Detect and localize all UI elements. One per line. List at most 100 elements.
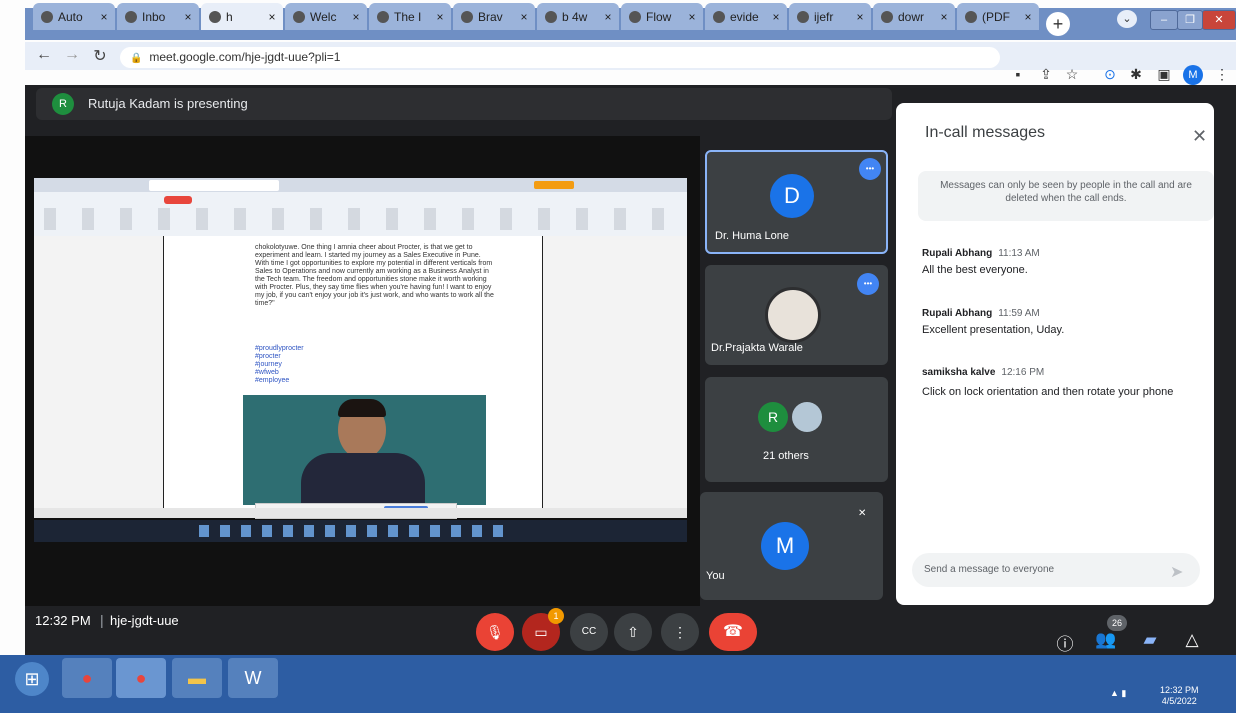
minimize-button[interactable]: – xyxy=(1150,10,1178,30)
google-icon xyxy=(713,10,725,23)
shared-doc-statusbar xyxy=(34,508,687,518)
close-icon[interactable]: × xyxy=(349,10,363,24)
close-icon[interactable]: ✕ xyxy=(1192,126,1207,147)
participant-avatar: D xyxy=(770,174,814,218)
browser-tab[interactable]: Auto × xyxy=(33,3,115,30)
close-icon[interactable]: × xyxy=(601,10,615,24)
shared-screen-taskbar xyxy=(34,520,687,542)
meet-icon xyxy=(209,10,221,23)
close-icon[interactable]: × xyxy=(853,10,867,24)
self-tile[interactable]: M ✕ You xyxy=(700,492,883,600)
participant-name: Dr.Prajakta Warale xyxy=(711,342,803,354)
chat-icon[interactable]: ▰ xyxy=(1138,630,1162,650)
tab-title: (PDF xyxy=(982,9,1010,24)
close-window-button[interactable]: ✕ xyxy=(1202,10,1236,30)
close-icon[interactable]: × xyxy=(937,10,951,24)
browser-tab[interactable]: (PDF × xyxy=(957,3,1039,30)
browser-tab[interactable]: Brav × xyxy=(453,3,535,30)
github-icon xyxy=(41,10,53,23)
hashtag: #proudlyprocter xyxy=(255,345,304,352)
maximize-button[interactable]: ❐ xyxy=(1177,10,1203,30)
back-icon[interactable]: ← xyxy=(34,46,54,64)
others-count: 21 others xyxy=(763,450,809,462)
tab-title: dowr xyxy=(898,9,925,24)
chat-notice: Messages can only be seen by people in t… xyxy=(918,171,1214,221)
github-icon xyxy=(629,10,641,23)
captions-button[interactable]: CC xyxy=(570,613,608,651)
browser-tab[interactable]: ijefr × xyxy=(789,3,871,30)
shared-doc-tabs xyxy=(34,178,687,192)
participant-tile[interactable]: ••• Dr.Prajakta Warale xyxy=(705,265,888,365)
camera-icon[interactable]: ▪ xyxy=(1009,66,1027,82)
tab-title: The I xyxy=(394,9,422,24)
participant-tile[interactable]: D ••• Dr. Huma Lone xyxy=(705,150,888,254)
share-icon[interactable]: ⇪ xyxy=(1037,66,1055,83)
close-icon[interactable]: × xyxy=(517,10,531,24)
participant-photo-avatar xyxy=(765,287,821,343)
explorer-taskbar-icon[interactable]: ▬ xyxy=(172,658,222,698)
send-icon[interactable]: ➤ xyxy=(1170,562,1183,582)
browser-tab[interactable]: h × xyxy=(201,3,283,30)
participant-tile[interactable]: R 21 others xyxy=(705,377,888,482)
lock-icon: 🔒 xyxy=(130,53,143,64)
profile-avatar[interactable]: M xyxy=(1183,65,1203,85)
sidepanel-icon[interactable]: ▣ xyxy=(1155,66,1173,83)
more-options-button[interactable]: ⋮ xyxy=(661,613,699,651)
reload-icon[interactable]: ↻ xyxy=(90,46,110,66)
tab-title: Brav xyxy=(478,9,503,24)
browser-tab[interactable]: dowr × xyxy=(873,3,955,30)
mic-off-button[interactable]: 🎙 xyxy=(476,613,514,651)
message-text: Excellent presentation, Uday. xyxy=(922,324,1065,336)
chrome-taskbar-icon[interactable]: ● xyxy=(62,658,112,698)
message-text: Click on lock orientation and then rotat… xyxy=(922,386,1174,398)
address-bar[interactable]: 🔒 meet.google.com/hje-jgdt-uue?pli=1 xyxy=(120,47,1000,68)
puzzle-icon[interactable]: ✱ xyxy=(1127,66,1145,83)
word-taskbar-icon[interactable]: W xyxy=(228,658,278,698)
presenter-avatar: R xyxy=(52,93,74,115)
message-sender: Rupali Abhang 11:13 AM xyxy=(922,248,1040,259)
tab-title: Inbo xyxy=(142,9,166,24)
chat-input-placeholder: Send a message to everyone xyxy=(924,564,1055,575)
chat-input[interactable]: Send a message to everyone xyxy=(912,553,1200,587)
bookmark-star-icon[interactable]: ☆ xyxy=(1063,66,1081,83)
browser-tab[interactable]: b 4w × xyxy=(537,3,619,30)
gmail-icon xyxy=(125,10,137,23)
participant-name: You xyxy=(706,570,725,582)
tab-search-button[interactable]: ⌄ xyxy=(1117,10,1137,28)
people-icon[interactable]: 👥 xyxy=(1094,630,1118,650)
new-tab-button[interactable]: + xyxy=(1046,12,1070,36)
shared-doc-paragraph: chokolotyuwe. One thing I amnia cheer ab… xyxy=(255,244,494,307)
message-text: All the best everyone. xyxy=(922,264,1028,276)
start-button[interactable]: ⊞ xyxy=(15,662,49,696)
browser-tab[interactable]: The I × xyxy=(369,3,451,30)
chrome-taskbar-icon[interactable]: ● xyxy=(116,658,166,698)
tab-title: b 4w xyxy=(562,9,588,24)
message-time: 11:59 AM xyxy=(998,308,1040,319)
browser-tab[interactable]: Flow × xyxy=(621,3,703,30)
close-icon[interactable]: × xyxy=(265,10,279,24)
forward-icon[interactable]: → xyxy=(62,46,82,64)
presenting-text: Rutuja Kadam is presenting xyxy=(88,96,248,111)
close-icon[interactable]: × xyxy=(685,10,699,24)
browser-tab[interactable]: Welc × xyxy=(285,3,367,30)
present-now-button[interactable]: ⇧ xyxy=(614,613,652,651)
close-icon[interactable]: × xyxy=(769,10,783,24)
extension-icon[interactable]: ⊙ xyxy=(1101,66,1119,83)
close-icon[interactable]: × xyxy=(1021,10,1035,24)
end-call-button[interactable]: ☎ xyxy=(709,613,757,651)
github-icon xyxy=(545,10,557,23)
hashtag: #employee xyxy=(255,377,290,384)
message-time: 12:16 PM xyxy=(1001,367,1045,378)
close-icon[interactable]: × xyxy=(97,10,111,24)
menu-dots-icon[interactable]: ⋮ xyxy=(1213,66,1231,83)
participant-count-badge: 26 xyxy=(1107,615,1127,631)
browser-tab[interactable]: Inbo × xyxy=(117,3,199,30)
close-icon[interactable]: × xyxy=(181,10,195,24)
participant-avatar: R xyxy=(758,402,788,432)
close-icon[interactable]: × xyxy=(433,10,447,24)
info-icon[interactable]: ⓘ xyxy=(1053,630,1077,655)
activities-icon[interactable]: △ xyxy=(1180,630,1204,650)
browser-tab[interactable]: evide × xyxy=(705,3,787,30)
tab-title: h xyxy=(226,9,233,24)
mic-off-icon: ✕ xyxy=(858,508,867,519)
